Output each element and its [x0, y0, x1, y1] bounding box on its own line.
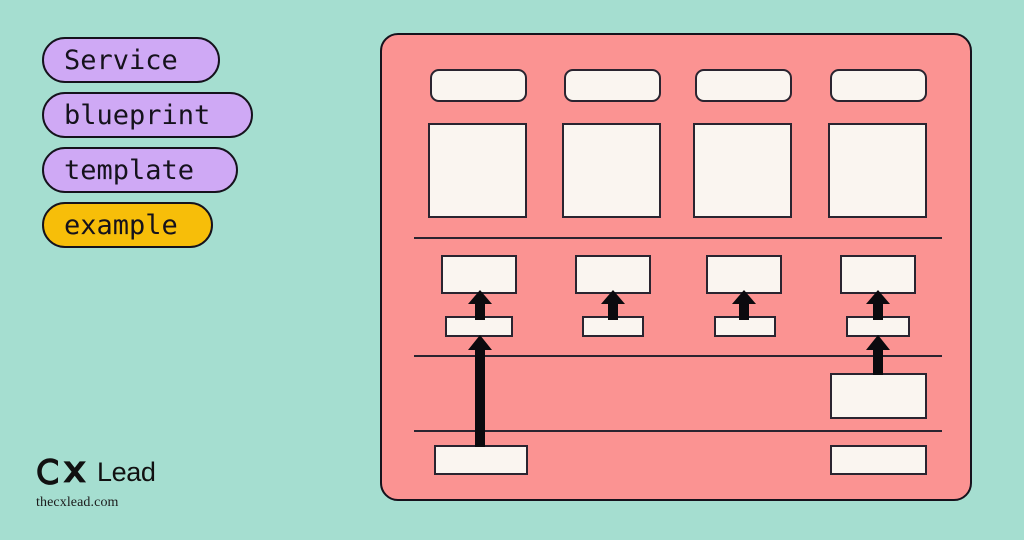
title-pill-stack: Service blueprint template example: [42, 37, 253, 248]
blueprint-node-r2c3[interactable]: [693, 123, 792, 218]
brand-logo: Lead thecxlead.com: [36, 455, 156, 511]
blueprint-node-r2c2[interactable]: [562, 123, 661, 218]
blueprint-arrow-up-r4c4-to-r3c4: [866, 290, 890, 320]
title-pill-blueprint: blueprint: [42, 92, 253, 138]
blueprint-arrow-up-r4c3-to-r3c3: [732, 290, 756, 320]
blueprint-node-r1c4[interactable]: [830, 69, 927, 102]
blueprint-node-r3c1[interactable]: [441, 255, 517, 294]
blueprint-node-r5c4[interactable]: [830, 373, 927, 419]
logo-website: thecxlead.com: [36, 495, 119, 510]
title-pill-template: template: [42, 147, 238, 193]
blueprint-node-r2c1[interactable]: [428, 123, 527, 218]
blueprint-node-r6c1[interactable]: [434, 445, 528, 475]
slide-canvas: Service blueprint template example Lead …: [0, 0, 1024, 540]
title-pill-label: template: [64, 154, 195, 186]
service-blueprint-panel: [380, 33, 972, 501]
blueprint-node-r1c2[interactable]: [564, 69, 661, 102]
blueprint-node-r1c3[interactable]: [695, 69, 792, 102]
blueprint-arrow-up-r4c1-to-r3c1: [468, 290, 492, 320]
cx-monogram-icon: [37, 458, 87, 485]
blueprint-arrow-up-r5c4-to-r4c4: [866, 335, 890, 375]
title-pill-service: Service: [42, 37, 220, 83]
blueprint-node-r3c3[interactable]: [706, 255, 782, 294]
logo-wordmark: Lead: [97, 456, 156, 487]
logo-row: Lead: [36, 455, 156, 489]
blueprint-divider-1: [414, 237, 942, 239]
blueprint-divider-2: [414, 355, 942, 357]
title-pill-label: blueprint: [64, 99, 211, 131]
title-pill-label: Service: [64, 44, 178, 76]
blueprint-arrow-up-r4c2-to-r3c2: [601, 290, 625, 320]
blueprint-divider-3: [414, 430, 942, 432]
blueprint-node-r2c4[interactable]: [828, 123, 927, 218]
blueprint-node-r1c1[interactable]: [430, 69, 527, 102]
title-pill-example: example: [42, 202, 213, 248]
blueprint-arrow-up-r6c1-to-r4c1: [468, 335, 492, 447]
blueprint-node-r3c4[interactable]: [840, 255, 916, 294]
title-pill-label: example: [64, 209, 178, 241]
blueprint-node-r6c4[interactable]: [830, 445, 927, 475]
blueprint-node-r3c2[interactable]: [575, 255, 651, 294]
